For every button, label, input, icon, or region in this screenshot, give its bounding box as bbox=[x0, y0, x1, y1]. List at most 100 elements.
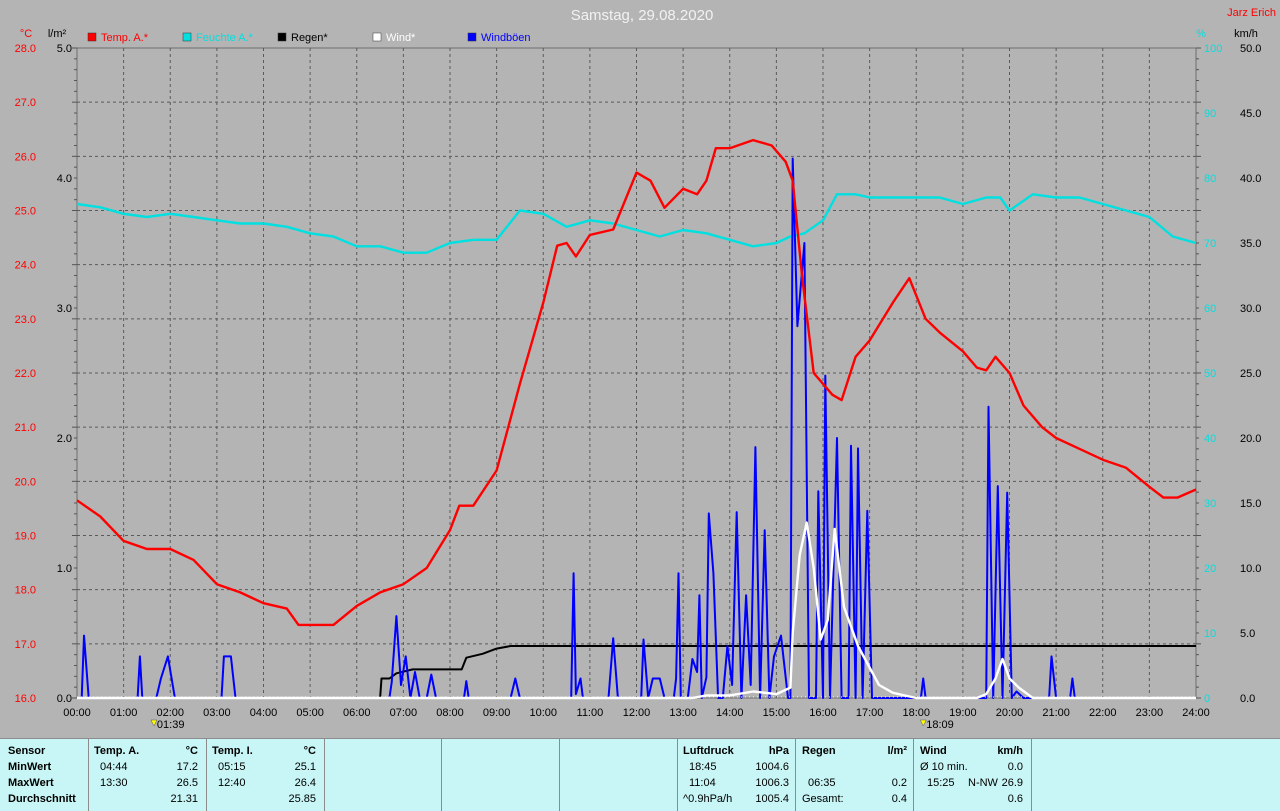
x-tick-label: 05:00 bbox=[296, 707, 324, 719]
legend-swatch bbox=[277, 32, 287, 42]
legend-label: Windböen bbox=[481, 32, 531, 44]
x-tick-label: 02:00 bbox=[156, 707, 184, 719]
humidity-tick-label: 90 bbox=[1204, 108, 1216, 120]
humidity-tick-label: 10 bbox=[1204, 628, 1216, 640]
rain-unit-label: l/m² bbox=[48, 28, 67, 40]
legend-label: Feuchte A.* bbox=[196, 32, 254, 44]
x-tick-label: 00:00 bbox=[63, 707, 91, 719]
humidity-tick-label: 0 bbox=[1204, 693, 1210, 705]
stats-row-label: MaxWert bbox=[8, 777, 54, 789]
stats-temp-i-time: 05:15 bbox=[218, 761, 246, 773]
sunset-marker-time: 18:09 bbox=[926, 719, 954, 731]
wind-tick-label: 25.0 bbox=[1240, 368, 1261, 380]
temp-tick-label: 18.0 bbox=[15, 585, 36, 597]
stats-wind-avg-label: Ø 10 min. bbox=[920, 761, 968, 773]
temp-tick-label: 16.0 bbox=[15, 693, 36, 705]
temp-unit-label: °C bbox=[20, 28, 32, 40]
wind-tick-label: 15.0 bbox=[1240, 498, 1261, 510]
stats-col-sensor: Sensor MinWert MaxWert Durchschnitt bbox=[0, 739, 89, 811]
humidity-tick-label: 60 bbox=[1204, 303, 1216, 315]
x-tick-label: 14:00 bbox=[716, 707, 744, 719]
humidity-tick-label: 40 bbox=[1204, 433, 1216, 445]
x-tick-label: 10:00 bbox=[529, 707, 557, 719]
humidity-tick-label: 70 bbox=[1204, 238, 1216, 250]
temp-tick-label: 25.0 bbox=[15, 206, 36, 218]
x-tick-label: 11:00 bbox=[577, 707, 604, 719]
stats-rain-total-label: Gesamt: bbox=[802, 793, 844, 805]
stats-temp-i-header: Temp. I. bbox=[212, 745, 253, 757]
stats-temp-a-value: 21.31 bbox=[170, 793, 198, 805]
x-tick-label: 17:00 bbox=[856, 707, 884, 719]
stats-col-empty-1 bbox=[324, 739, 442, 811]
rain-tick-label: 4.0 bbox=[57, 173, 72, 185]
stats-wind-unit: km/h bbox=[997, 745, 1023, 757]
stats-col-wind: Wind km/h Ø 10 min. 0.0 15:25 N-NW 26.9 … bbox=[913, 739, 1032, 811]
stats-pressure-value: 1005.4 bbox=[755, 793, 789, 805]
rain-tick-label: 3.0 bbox=[57, 303, 72, 315]
x-tick-label: 24:00 bbox=[1182, 707, 1210, 719]
x-tick-label: 07:00 bbox=[390, 707, 418, 719]
chart-title: Samstag, 29.08.2020 bbox=[571, 7, 714, 24]
stats-pressure-unit: hPa bbox=[768, 745, 789, 757]
x-tick-label: 21:00 bbox=[1042, 707, 1070, 719]
legend-swatch bbox=[467, 32, 477, 42]
wind-tick-label: 45.0 bbox=[1240, 108, 1261, 120]
wind-tick-label: 35.0 bbox=[1240, 238, 1261, 250]
humidity-tick-label: 20 bbox=[1204, 563, 1216, 575]
x-tick-label: 12:00 bbox=[623, 707, 651, 719]
stats-temp-a-value: 17.2 bbox=[176, 761, 198, 773]
stats-temp-i-time: 12:40 bbox=[218, 777, 246, 789]
stats-col-empty-2 bbox=[441, 739, 560, 811]
stats-wind-time: 15:25 bbox=[927, 777, 955, 789]
legend-swatch bbox=[87, 32, 97, 42]
wind-tick-label: 20.0 bbox=[1240, 433, 1261, 445]
stats-rain-value: 0.2 bbox=[891, 777, 907, 789]
stats-wind-value: 0.6 bbox=[1007, 793, 1023, 805]
temp-tick-label: 23.0 bbox=[15, 314, 36, 326]
stats-pressure-value: 1004.6 bbox=[755, 761, 789, 773]
stats-temp-a-time: 04:44 bbox=[100, 761, 128, 773]
stats-rain-value: 0.4 bbox=[891, 793, 907, 805]
stats-sensor-header: Sensor bbox=[8, 745, 46, 757]
stats-pressure-time: 18:45 bbox=[689, 761, 717, 773]
x-tick-label: 16:00 bbox=[809, 707, 837, 719]
stats-temp-a-value: 26.5 bbox=[176, 777, 198, 789]
stats-col-pressure: Luftdruck hPa 18:45 1004.6 11:04 1006.3 … bbox=[677, 739, 796, 811]
stats-wind-direction: N-NW bbox=[968, 777, 998, 789]
stats-row-label: Durchschnitt bbox=[8, 793, 76, 805]
stats-temp-i-value: 26.4 bbox=[294, 777, 316, 789]
stats-wind-header: Wind bbox=[920, 745, 947, 757]
x-tick-label: 18:00 bbox=[902, 707, 930, 719]
x-tick-label: 15:00 bbox=[763, 707, 791, 719]
legend-swatch bbox=[182, 32, 192, 42]
humidity-tick-label: 100 bbox=[1204, 43, 1222, 55]
stats-rain-header: Regen bbox=[802, 745, 836, 757]
stats-rain-unit: l/m² bbox=[887, 745, 907, 757]
wind-tick-label: 30.0 bbox=[1240, 303, 1261, 315]
legend-label: Regen* bbox=[291, 32, 328, 44]
wind-tick-label: 0.0 bbox=[1240, 693, 1255, 705]
x-tick-label: 04:00 bbox=[250, 707, 278, 719]
rain-tick-label: 2.0 bbox=[57, 433, 72, 445]
wind-tick-label: 50.0 bbox=[1240, 43, 1261, 55]
x-tick-label: 20:00 bbox=[996, 707, 1024, 719]
legend-label: Wind* bbox=[386, 32, 416, 44]
stats-pressure-trend: ^0.9hPa/h bbox=[683, 793, 733, 805]
temp-tick-label: 17.0 bbox=[15, 639, 36, 651]
stats-pressure-header: Luftdruck bbox=[683, 745, 734, 757]
x-tick-label: 19:00 bbox=[949, 707, 977, 719]
stats-temp-i-value: 25.85 bbox=[288, 793, 316, 805]
temp-tick-label: 27.0 bbox=[15, 97, 36, 109]
temp-tick-label: 28.0 bbox=[15, 43, 36, 55]
author-label: Jarz Erich bbox=[1227, 7, 1276, 19]
legend-label: Temp. A.* bbox=[101, 32, 149, 44]
stats-panel: Sensor MinWert MaxWert Durchschnitt Temp… bbox=[0, 738, 1280, 811]
stats-temp-a-header: Temp. A. bbox=[94, 745, 140, 757]
wind-unit-label: km/h bbox=[1234, 28, 1258, 40]
stats-col-temp-i: Temp. I. °C 05:15 25.1 12:40 26.4 25.85 bbox=[206, 739, 325, 811]
stats-wind-value: 26.9 bbox=[1001, 777, 1023, 789]
x-tick-label: 22:00 bbox=[1089, 707, 1117, 719]
humidity-tick-label: 30 bbox=[1204, 498, 1216, 510]
stats-temp-a-unit: °C bbox=[185, 745, 198, 757]
x-tick-label: 01:00 bbox=[110, 707, 138, 719]
